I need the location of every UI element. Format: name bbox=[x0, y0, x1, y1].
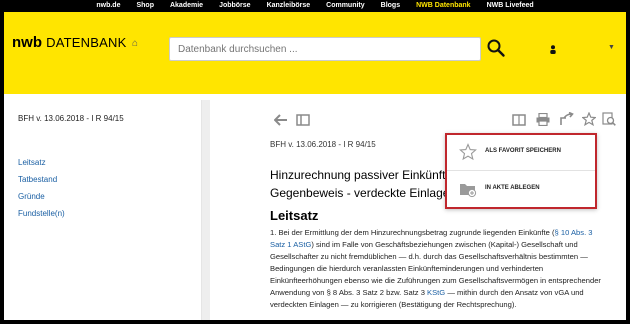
save-favorite-button[interactable]: ALS FAVORIT SPEICHERN bbox=[447, 135, 595, 171]
nav-link-nwb-livefeed[interactable]: NWB Livefeed bbox=[479, 0, 542, 12]
back-icon[interactable] bbox=[274, 114, 288, 126]
save-favorite-label: ALS FAVORIT SPEICHERN bbox=[485, 148, 561, 154]
toc-item-gruende[interactable]: Gründe bbox=[18, 188, 65, 205]
user-icon[interactable] bbox=[550, 45, 556, 54]
nav-link-nwb-datenbank[interactable]: NWB Datenbank bbox=[408, 0, 478, 12]
nav-link-nwb-de[interactable]: nwb.de bbox=[88, 0, 128, 12]
app-window: nwb.de Shop Akademie Jobbörse Kanzleibör… bbox=[4, 0, 626, 320]
document-meta: BFH v. 13.06.2018 - I R 94/15 bbox=[270, 140, 376, 149]
link-kstg[interactable]: KStG bbox=[427, 288, 445, 297]
collapse-icon[interactable] bbox=[296, 114, 310, 126]
toc-item-fundstellen[interactable]: Fundstelle(n) bbox=[18, 205, 65, 222]
share-icon[interactable] bbox=[560, 112, 574, 126]
logo-subtitle: DATENBANK bbox=[46, 35, 127, 50]
top-navigation: nwb.de Shop Akademie Jobbörse Kanzleibör… bbox=[4, 0, 626, 12]
add-to-file-button[interactable]: IN AKTE ABLEGEN bbox=[447, 172, 595, 208]
folder-add-icon bbox=[460, 184, 477, 198]
document-title: Hinzurechnung passiver Einkünfte n Gegen… bbox=[270, 166, 462, 202]
nav-link-kanzleiboerse[interactable]: Kanzleibörse bbox=[259, 0, 319, 12]
table-of-contents: Leitsatz Tatbestand Gründe Fundstelle(n) bbox=[18, 154, 65, 222]
toc-item-leitsatz[interactable]: Leitsatz bbox=[18, 154, 65, 171]
nav-link-jobboerse[interactable]: Jobbörse bbox=[211, 0, 259, 12]
nav-link-blogs[interactable]: Blogs bbox=[373, 0, 408, 12]
document-sidebar: BFH v. 13.06.2018 - I R 94/15 Leitsatz T… bbox=[4, 100, 202, 320]
print-icon[interactable] bbox=[536, 113, 550, 126]
caret-down-icon[interactable]: ▼ bbox=[608, 44, 615, 51]
favorites-popup: ALS FAVORIT SPEICHERN IN AKTE ABLEGEN bbox=[445, 133, 597, 209]
document-title-line-1: Hinzurechnung passiver Einkünfte n bbox=[270, 168, 463, 182]
logo-brand: nwb bbox=[12, 34, 42, 51]
star-outline-icon bbox=[459, 143, 477, 161]
nav-link-community[interactable]: Community bbox=[318, 0, 373, 12]
star-icon[interactable] bbox=[582, 112, 596, 126]
search-input[interactable] bbox=[169, 37, 481, 61]
pane-divider[interactable] bbox=[202, 100, 210, 320]
home-icon[interactable]: ⌂ bbox=[132, 38, 138, 49]
document-reference: BFH v. 13.06.2018 - I R 94/15 bbox=[18, 114, 124, 123]
logo[interactable]: nwb DATENBANK bbox=[12, 34, 126, 51]
document-title-line-2: Gegenbeweis - verdeckte Einlagen i bbox=[270, 186, 463, 200]
header: nwb DATENBANK ⌂ ▼ bbox=[4, 12, 626, 94]
compare-icon[interactable] bbox=[512, 114, 526, 126]
search-document-icon[interactable] bbox=[602, 112, 616, 126]
nav-link-shop[interactable]: Shop bbox=[128, 0, 162, 12]
leitsatz-paragraph: 1. Bei der Ermittlung der dem Hinzurechn… bbox=[270, 227, 608, 311]
toc-item-tatbestand[interactable]: Tatbestand bbox=[18, 171, 65, 188]
add-to-file-label: IN AKTE ABLEGEN bbox=[485, 185, 540, 191]
section-heading-leitsatz: Leitsatz bbox=[270, 208, 319, 223]
search-icon[interactable] bbox=[486, 38, 506, 58]
nav-link-akademie[interactable]: Akademie bbox=[162, 0, 211, 12]
paragraph-text: 1. Bei der Ermittlung der dem Hinzurechn… bbox=[270, 228, 555, 237]
